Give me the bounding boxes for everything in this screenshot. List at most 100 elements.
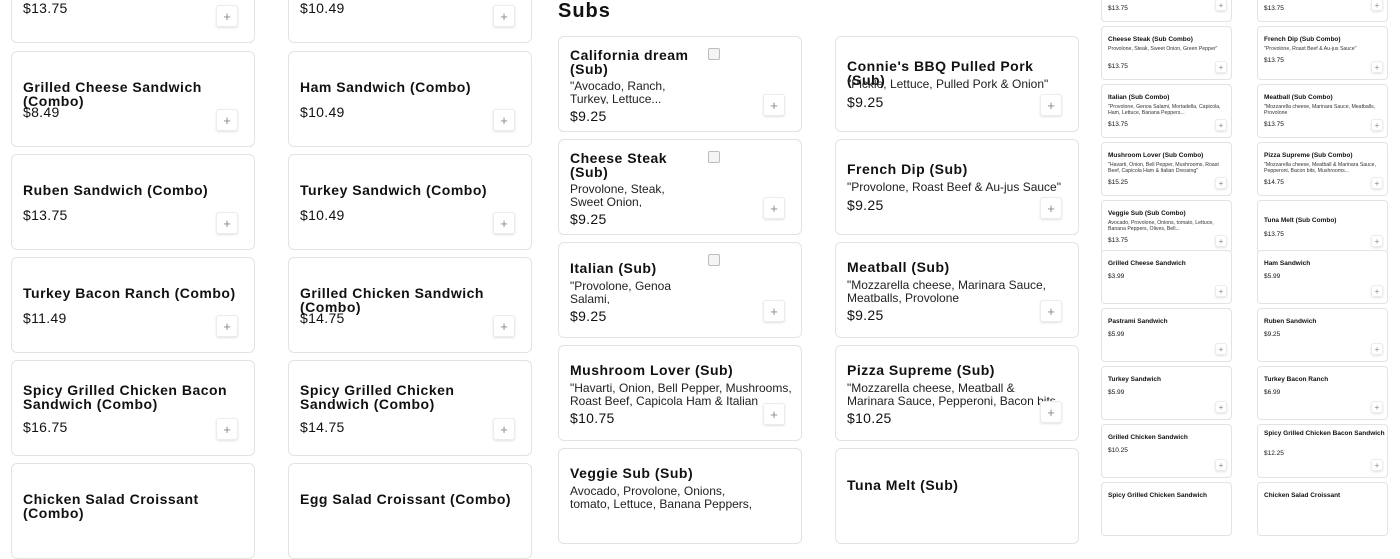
menu-item-card[interactable]: Turkey Bacon Ranch (Combo) $11.49 + [11,257,255,353]
menu-item-card[interactable]: Ham Sandwich $5.99 + [1257,250,1388,304]
add-icon[interactable]: + [1215,285,1227,297]
menu-item-card[interactable]: Veggie Sub (Sub) Avocado, Provolone, Oni… [558,448,802,544]
menu-item-card[interactable]: Spicy Grilled Chicken Sandwich [1101,482,1232,536]
menu-item-card[interactable]: $13.75 + [1257,0,1388,22]
item-description: "Havarti, Onion, Bell Pepper, Mushrooms,… [570,382,792,408]
menu-item-card[interactable]: Chicken Salad Croissant [1257,482,1388,536]
menu-item-card[interactable]: California dream (Sub) "Avocado, Ranch, … [558,36,802,132]
menu-item-card[interactable]: Ham Sandwich (Combo) $10.49 + [288,51,532,147]
add-icon[interactable]: + [216,212,238,234]
add-icon[interactable]: + [216,418,238,440]
item-name: Ruben Sandwich [1264,318,1317,325]
item-name: Tuna Melt (Sub Combo) [1264,217,1337,224]
add-icon[interactable]: + [1371,401,1383,413]
item-price: $9.25 [847,94,884,110]
menu-item-card[interactable]: Grilled Chicken Sandwich (Combo) $14.75 … [288,257,532,353]
add-icon[interactable]: + [1040,94,1062,116]
add-icon[interactable]: + [1371,119,1383,131]
add-icon[interactable]: + [763,403,785,425]
add-icon[interactable]: + [1040,401,1062,423]
add-icon[interactable]: + [1215,343,1227,355]
menu-item-card[interactable]: Grilled Cheese Sandwich (Combo) $8.49 + [11,51,255,147]
add-icon[interactable]: + [1371,343,1383,355]
menu-item-card[interactable]: Italian (Sub) "Provolone, Genoa Salami, … [558,242,802,338]
item-price: $9.25 [847,307,884,323]
menu-item-card[interactable]: Connie's BBQ Pulled Pork (Sub) "Pickle, … [835,36,1079,132]
menu-item-card[interactable]: $13.75 + [11,0,255,43]
add-icon[interactable]: + [1371,0,1383,11]
add-icon[interactable]: + [1215,177,1227,189]
item-name: Pizza Supreme (Sub Combo) [1264,152,1353,159]
menu-item-card[interactable]: Turkey Sandwich (Combo) $10.49 + [288,154,532,250]
menu-item-card[interactable]: Mushroom Lover (Sub Combo) "Havarti, Oni… [1101,142,1232,196]
item-description: Avocado, Provolone, Onions, tomato, Lett… [1108,220,1214,232]
item-name: Tuna Melt (Sub) [847,477,959,493]
add-icon[interactable]: + [763,197,785,219]
menu-item-card[interactable]: Tuna Melt (Sub) [835,448,1079,544]
add-icon[interactable]: + [493,5,515,27]
item-name: Ham Sandwich [1264,260,1311,267]
add-icon[interactable]: + [1215,401,1227,413]
menu-item-card[interactable]: Grilled Cheese Sandwich $3.99 + [1101,250,1232,304]
item-price: $14.75 [1264,179,1284,186]
item-name: Pizza Supreme (Sub) [847,362,995,378]
menu-item-card[interactable]: Spicy Grilled Chicken Sandwich (Combo) $… [288,360,532,456]
add-icon[interactable]: + [1040,197,1062,219]
add-icon[interactable]: + [1371,459,1383,471]
menu-item-card[interactable]: Grilled Chicken Sandwich $10.25 + [1101,424,1232,478]
item-name: Spicy Grilled Chicken Sandwich (Combo) [300,382,455,412]
menu-item-card[interactable]: Chicken Salad Croissant (Combo) [11,463,255,559]
item-name: Turkey Bacon Ranch (Combo) [23,285,236,301]
menu-item-card[interactable]: Cheese Steak (Sub) Provolone, Steak, Swe… [558,139,802,235]
item-price: $10.75 [570,410,615,426]
add-icon[interactable]: + [493,212,515,234]
add-icon[interactable]: + [1371,285,1383,297]
menu-item-card[interactable]: Cheese Steak (Sub Combo) Provolone, Stea… [1101,26,1232,80]
add-icon[interactable]: + [493,109,515,131]
menu-item-card[interactable]: Veggie Sub (Sub Combo) Avocado, Provolon… [1101,200,1232,254]
add-icon[interactable]: + [1215,61,1227,73]
add-icon[interactable]: + [216,315,238,337]
menu-item-card[interactable]: Egg Salad Croissant (Combo) [288,463,532,559]
item-price: $13.75 [1108,5,1128,12]
add-icon[interactable]: + [1215,0,1227,11]
menu-item-card[interactable]: French Dip (Sub Combo) "Provolone, Roast… [1257,26,1388,80]
menu-item-card[interactable]: Tuna Melt (Sub Combo) $13.75 + [1257,200,1388,254]
add-icon[interactable]: + [493,418,515,440]
menu-item-card[interactable]: Spicy Grilled Chicken Bacon Sandwich $12… [1257,424,1388,478]
item-price: $9.25 [1264,331,1281,338]
menu-item-card[interactable]: Turkey Bacon Ranch $6.99 + [1257,366,1388,420]
menu-item-card[interactable]: Ruben Sandwich $9.25 + [1257,308,1388,362]
add-icon[interactable]: + [1215,119,1227,131]
add-icon[interactable]: + [1371,177,1383,189]
menu-item-card[interactable]: Pastrami Sandwich $5.99 + [1101,308,1232,362]
menu-item-card[interactable]: Meatball (Sub Combo) "Mozzarella cheese,… [1257,84,1388,138]
item-price: $10.49 [300,104,345,120]
menu-item-card[interactable]: Ruben Sandwich (Combo) $13.75 + [11,154,255,250]
add-icon[interactable]: + [1215,235,1227,247]
item-price: $9.25 [570,211,607,227]
add-icon[interactable]: + [1371,61,1383,73]
menu-item-card[interactable]: Italian (Sub Combo) "Provolone, Genoa Sa… [1101,84,1232,138]
add-icon[interactable]: + [216,5,238,27]
add-icon[interactable]: + [1040,300,1062,322]
menu-item-card[interactable]: Pizza Supreme (Sub Combo) "Mozzarella ch… [1257,142,1388,196]
menu-item-card[interactable]: French Dip (Sub) "Provolone, Roast Beef … [835,139,1079,235]
add-icon[interactable]: + [216,109,238,131]
menu-item-card[interactable]: Turkey Sandwich $5.99 + [1101,366,1232,420]
add-icon[interactable]: + [763,300,785,322]
menu-item-card[interactable]: $13.75 + [1101,0,1232,22]
item-price: $6.99 [1264,389,1281,396]
add-icon[interactable]: + [1215,459,1227,471]
menu-item-card[interactable]: Mushroom Lover (Sub) "Havarti, Onion, Be… [558,345,802,441]
item-price: $12.25 [1264,450,1284,457]
menu-item-card[interactable]: Pizza Supreme (Sub) "Mozzarella cheese, … [835,345,1079,441]
menu-item-card[interactable]: Meatball (Sub) "Mozzarella cheese, Marin… [835,242,1079,338]
menu-item-card[interactable]: Spicy Grilled Chicken Bacon Sandwich (Co… [11,360,255,456]
menu-item-card[interactable]: $10.49 + [288,0,532,43]
add-icon[interactable]: + [763,94,785,116]
add-icon[interactable]: + [493,315,515,337]
item-name: Italian (Sub Combo) [1108,94,1170,101]
item-price: $5.99 [1264,273,1281,280]
add-icon[interactable]: + [1371,235,1383,247]
